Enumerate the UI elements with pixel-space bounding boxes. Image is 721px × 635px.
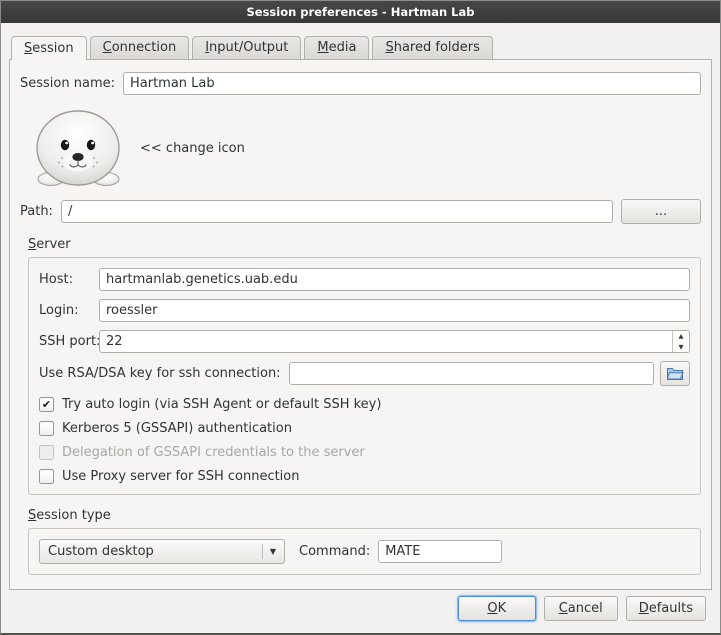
- ssh-port-input[interactable]: [100, 331, 672, 352]
- server-frame: Host: Login: SSH port: ▲ ▼: [28, 257, 701, 495]
- rsa-key-browse-button[interactable]: [660, 361, 690, 386]
- checkbox-gssapi-delegation: Delegation of GSSAPI credentials to the …: [39, 445, 690, 460]
- rsa-key-label: Use RSA/DSA key for ssh connection:: [39, 366, 281, 381]
- login-input[interactable]: [99, 299, 690, 322]
- dialog-footer: OK Cancel Defaults: [1, 590, 720, 633]
- session-type-group-label: Session type: [28, 508, 701, 523]
- ssh-port-label: SSH port:: [39, 334, 99, 349]
- host-label: Host:: [39, 272, 99, 287]
- command-input[interactable]: [378, 540, 502, 563]
- seal-icon: [32, 108, 124, 188]
- notebook-page-session: Session name:: [9, 59, 712, 590]
- session-type-dropdown[interactable]: Custom desktop ▼: [39, 539, 285, 564]
- session-icon-button[interactable]: [32, 108, 124, 188]
- checkbox-box[interactable]: [39, 421, 54, 436]
- path-label: Path:: [20, 204, 53, 219]
- change-icon-label: << change icon: [140, 141, 245, 156]
- checkbox-auto-login[interactable]: ✔ Try auto login (via SSH Agent or defau…: [39, 397, 690, 412]
- path-row: Path: ...: [20, 199, 701, 224]
- session-type-frame: Custom desktop ▼ Command:: [28, 528, 701, 575]
- chevron-down-icon: ▼: [270, 547, 276, 556]
- session-type-row: Custom desktop ▼ Command:: [39, 539, 690, 564]
- checkbox-box: [39, 445, 54, 460]
- command-label: Command:: [299, 544, 370, 559]
- path-input[interactable]: [61, 200, 613, 223]
- check-icon: ✔: [42, 399, 51, 410]
- host-input[interactable]: [99, 268, 690, 291]
- session-type-selected: Custom desktop: [48, 544, 258, 559]
- checkbox-proxy[interactable]: Use Proxy server for SSH connection: [39, 469, 690, 484]
- session-name-row: Session name:: [20, 72, 701, 95]
- titlebar[interactable]: Session preferences - Hartman Lab: [1, 1, 720, 23]
- tab-session[interactable]: Session: [11, 36, 87, 60]
- checkbox-proxy-label: Use Proxy server for SSH connection: [62, 469, 300, 484]
- checkbox-group: ✔ Try auto login (via SSH Agent or defau…: [39, 397, 690, 484]
- ssh-port-spinner: ▲ ▼: [99, 330, 690, 353]
- spin-up-icon[interactable]: ▲: [673, 331, 689, 342]
- session-icon-row: << change icon: [32, 107, 701, 189]
- tab-connection[interactable]: Connection: [90, 36, 190, 59]
- login-label: Login:: [39, 303, 99, 318]
- tab-shared-folders[interactable]: Shared folders: [372, 36, 492, 59]
- dialog-content: Session Connection Input/Output Media Sh…: [1, 23, 720, 590]
- host-row: Host:: [39, 268, 690, 291]
- window-title: Session preferences - Hartman Lab: [246, 5, 474, 19]
- cancel-button[interactable]: Cancel: [544, 596, 618, 621]
- tab-bar: Session Connection Input/Output Media Sh…: [9, 36, 712, 59]
- rsa-key-input[interactable]: [289, 362, 654, 385]
- ok-button[interactable]: OK: [458, 596, 536, 621]
- path-browse-button[interactable]: ...: [621, 199, 701, 224]
- checkbox-auto-login-label: Try auto login (via SSH Agent or default…: [62, 397, 381, 412]
- tab-media[interactable]: Media: [304, 36, 369, 59]
- session-name-input[interactable]: [123, 72, 701, 95]
- session-preferences-dialog: Session preferences - Hartman Lab Sessio…: [0, 0, 721, 635]
- defaults-button[interactable]: Defaults: [626, 596, 706, 621]
- checkbox-kerberos-label: Kerberos 5 (GSSAPI) authentication: [62, 421, 292, 436]
- combo-separator: [262, 544, 263, 559]
- checkbox-box[interactable]: ✔: [39, 397, 54, 412]
- session-name-label: Session name:: [20, 76, 115, 91]
- spinner-buttons: ▲ ▼: [672, 331, 689, 352]
- checkbox-gssapi-delegation-label: Delegation of GSSAPI credentials to the …: [62, 445, 365, 460]
- checkbox-box[interactable]: [39, 469, 54, 484]
- login-row: Login:: [39, 299, 690, 322]
- ssh-port-row: SSH port: ▲ ▼: [39, 330, 690, 353]
- tab-input-output[interactable]: Input/Output: [192, 36, 301, 59]
- open-file-icon: [666, 366, 684, 381]
- spin-down-icon[interactable]: ▼: [673, 342, 689, 353]
- checkbox-kerberos[interactable]: Kerberos 5 (GSSAPI) authentication: [39, 421, 690, 436]
- server-group-label: Server: [28, 237, 701, 252]
- rsa-key-row: Use RSA/DSA key for ssh connection:: [39, 361, 690, 386]
